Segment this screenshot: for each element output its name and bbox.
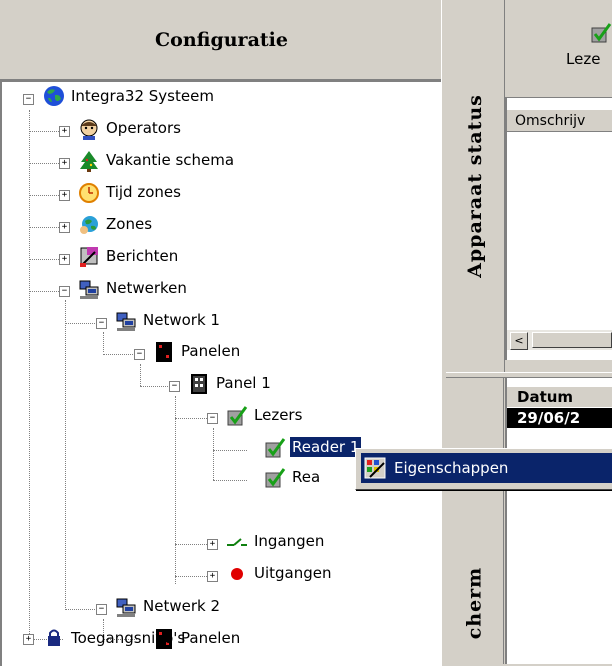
- expander-root[interactable]: −: [23, 94, 34, 105]
- expander-ingangen[interactable]: +: [207, 539, 218, 550]
- table-row[interactable]: 29/06/2: [507, 408, 612, 428]
- expander-network-1[interactable]: −: [96, 318, 107, 329]
- panel-board-icon: [191, 374, 207, 394]
- tree-item-panelen-2[interactable]: Panelen: [179, 628, 242, 648]
- expander-panelen[interactable]: −: [134, 349, 145, 360]
- output-red-dot-icon: [231, 568, 243, 580]
- reader-check-icon[interactable]: [590, 22, 612, 44]
- expander-toegangsnivos[interactable]: +: [23, 634, 34, 645]
- lezers-toolbar-button[interactable]: Leze: [566, 50, 600, 68]
- expander-zones[interactable]: +: [59, 222, 70, 233]
- tree-item-ingangen[interactable]: Ingangen: [252, 531, 326, 551]
- expander-tijd-zones[interactable]: +: [59, 190, 70, 201]
- network-icon: [116, 598, 136, 617]
- tree-item-panel-1[interactable]: Panel 1: [214, 373, 273, 393]
- tree-item-vakantie-schema[interactable]: Vakantie schema: [104, 150, 236, 170]
- expander-lezers[interactable]: −: [207, 413, 218, 424]
- tree-item-toegangsnivos[interactable]: Toegangsnivo's: [69, 628, 187, 648]
- expander-operators[interactable]: +: [59, 126, 70, 137]
- tree-item-netwerken[interactable]: Netwerken: [104, 278, 189, 298]
- tree-item-panelen[interactable]: Panelen: [179, 341, 242, 361]
- reader-check-icon: [227, 406, 248, 426]
- zones-globe-icon: [80, 216, 98, 234]
- panel-icon: [156, 342, 172, 362]
- tree-item-network-1[interactable]: Network 1: [141, 310, 222, 330]
- clock-icon: [79, 183, 99, 203]
- tree-item-operators[interactable]: Operators: [104, 118, 183, 138]
- expander-uitgangen[interactable]: +: [207, 571, 218, 582]
- network-icon: [116, 312, 136, 331]
- configuratie-title: Configuratie: [155, 28, 288, 51]
- context-menu-label: Eigenschappen: [394, 459, 509, 477]
- tree-item-integra32-systeem[interactable]: Integra32 Systeem: [69, 86, 216, 106]
- christmas-tree-icon: [80, 151, 98, 172]
- network-icon: [79, 280, 99, 299]
- tree-item-reader-1[interactable]: Reader 1: [290, 437, 362, 457]
- operator-face-icon: [80, 119, 98, 140]
- device-toolbar: [505, 0, 612, 98]
- tree-item-berichten[interactable]: Berichten: [104, 246, 180, 266]
- expander-panel-1[interactable]: −: [169, 381, 180, 392]
- configuratie-header: Configuratie: [0, 0, 443, 80]
- device-status-list[interactable]: [505, 98, 612, 360]
- scherm-tab[interactable]: cherm: [446, 378, 504, 664]
- tree-item-netwerk-2[interactable]: Netwerk 2: [141, 596, 222, 616]
- scroll-left-arrow-icon[interactable]: <: [510, 332, 528, 350]
- expander-netwerk-2[interactable]: −: [96, 604, 107, 615]
- config-tree[interactable]: − Integra32 Systeem + Operators + Vakant…: [0, 80, 442, 666]
- tree-item-zones[interactable]: Zones: [104, 214, 154, 234]
- messages-icon: [80, 247, 98, 267]
- tree-item-reader-2[interactable]: Rea: [290, 467, 322, 487]
- expander-berichten[interactable]: +: [59, 254, 70, 265]
- column-header-omschrijving[interactable]: Omschrijv: [507, 110, 612, 132]
- tree-item-tijd-zones[interactable]: Tijd zones: [104, 182, 183, 202]
- tree-item-uitgangen[interactable]: Uitgangen: [252, 563, 334, 583]
- apparaat-status-label: Apparaat status: [464, 94, 486, 278]
- globe-icon: [44, 86, 64, 106]
- lock-icon: [48, 629, 60, 646]
- scherm-label: cherm: [463, 566, 486, 640]
- column-header-datum[interactable]: Datum: [507, 387, 612, 407]
- scrollbar-thumb[interactable]: [532, 332, 612, 348]
- input-switch-icon: [227, 538, 247, 546]
- tree-item-lezers[interactable]: Lezers: [252, 405, 304, 425]
- properties-icon: [364, 457, 386, 479]
- expander-vakantie[interactable]: +: [59, 158, 70, 169]
- apparaat-status-tab[interactable]: Apparaat status: [446, 0, 505, 372]
- reader-check-icon: [265, 438, 286, 458]
- expander-netwerken[interactable]: −: [59, 286, 70, 297]
- reader-check-icon: [265, 468, 286, 488]
